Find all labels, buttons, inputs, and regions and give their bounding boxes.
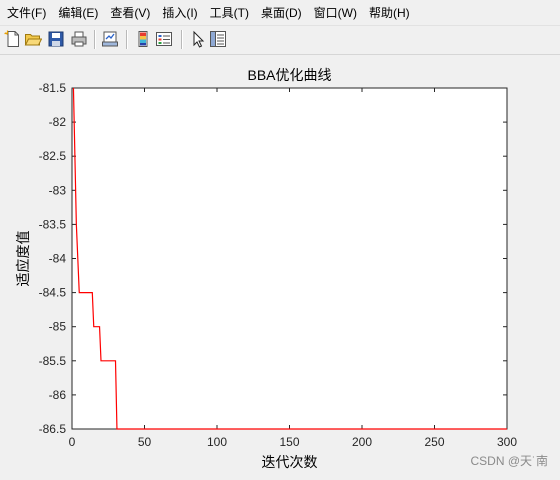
menu-help[interactable]: 帮助(H): [363, 1, 416, 23]
save-icon[interactable]: [47, 30, 65, 48]
y-tick-label: -82: [49, 115, 67, 129]
y-tick-label: -82.5: [39, 149, 67, 163]
x-tick-label: 300: [497, 435, 517, 449]
menu-bar: 文件(F) 编辑(E) 查看(V) 插入(I) 工具(T) 桌面(D) 窗口(W…: [0, 0, 560, 24]
y-tick-label: -81.5: [39, 81, 67, 95]
bba-line-chart: 0 50 100 150 200 250 300 -81.5 -82 -82.5 -83 -83.5 -…: [15, 67, 517, 470]
toolbar-separator: [181, 30, 183, 49]
y-tick-label: -84: [49, 252, 67, 266]
x-tick-label: 50: [138, 435, 152, 449]
x-tick-label: 0: [69, 435, 76, 449]
figure-area: 0 50 100 150 200 250 300 -81.5 -82 -82.5 -83 -83.5 -…: [0, 55, 560, 475]
y-tick-label: -84.5: [39, 286, 67, 300]
menu-view[interactable]: 查看(V): [104, 1, 156, 23]
x-axis-label: 迭代次数: [262, 454, 318, 470]
link-plot-icon[interactable]: [101, 30, 119, 48]
watermark: CSDN @天˙南: [470, 454, 548, 468]
toolbar-separator: [94, 30, 96, 49]
menu-edit[interactable]: 编辑(E): [52, 1, 104, 23]
plot-area: [71, 87, 508, 430]
y-tick-label: -85.5: [39, 354, 67, 368]
menu-insert[interactable]: 插入(I): [156, 1, 203, 23]
y-axis-label: 适应度值: [15, 231, 31, 287]
toolbar-separator: [126, 30, 128, 49]
y-tick-label: -83: [49, 183, 67, 197]
print-icon[interactable]: [70, 30, 88, 48]
menu-file[interactable]: 文件(F): [0, 1, 52, 23]
new-file-icon[interactable]: [4, 30, 22, 48]
y-tick-label: -86: [49, 388, 67, 402]
open-folder-icon[interactable]: [24, 30, 43, 48]
menu-tools[interactable]: 工具(T): [204, 1, 255, 23]
pointer-icon[interactable]: [189, 30, 207, 48]
x-tick-label: 100: [207, 435, 227, 449]
y-tick-label: -85: [49, 320, 67, 334]
y-tick-label: -86.5: [39, 422, 67, 436]
colorbar-icon[interactable]: [134, 30, 152, 48]
x-tick-label: 250: [424, 435, 444, 449]
menu-desktop[interactable]: 桌面(D): [255, 1, 308, 23]
x-tick-label: 150: [279, 435, 299, 449]
x-tick-label: 200: [352, 435, 372, 449]
property-editor-icon[interactable]: [209, 30, 227, 48]
y-tick-label: -83.5: [39, 217, 67, 231]
legend-icon[interactable]: [155, 30, 173, 48]
menu-window[interactable]: 窗口(W): [308, 1, 363, 23]
chart-title: BBA优化曲线: [247, 67, 331, 83]
toolbar: [0, 25, 560, 55]
